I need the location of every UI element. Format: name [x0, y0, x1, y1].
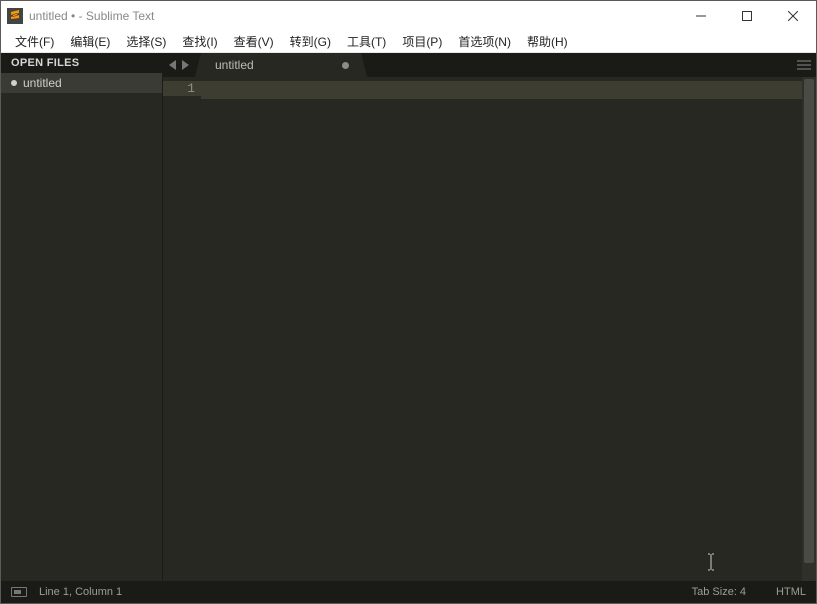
tab-next-icon[interactable]: [181, 60, 189, 70]
maximize-button[interactable]: [724, 1, 770, 31]
line-number: 1: [163, 81, 201, 96]
menu-find[interactable]: 查找(I): [174, 31, 225, 52]
window-title: untitled • - Sublime Text: [29, 9, 154, 23]
menu-tools[interactable]: 工具(T): [339, 31, 394, 52]
open-file-item[interactable]: untitled: [1, 73, 162, 93]
text-cursor-icon: [706, 553, 716, 574]
workarea: OPEN FILES untitled untitled: [1, 53, 816, 581]
statusbar: Line 1, Column 1 Tab Size: 4 HTML: [1, 581, 816, 603]
menu-select[interactable]: 选择(S): [118, 31, 174, 52]
tab-dirty-icon[interactable]: [342, 62, 349, 69]
tab-prev-icon[interactable]: [169, 60, 177, 70]
open-file-label: untitled: [23, 76, 62, 90]
status-syntax[interactable]: HTML: [776, 586, 806, 598]
editor-area: untitled 1: [163, 53, 816, 581]
app-icon: [7, 8, 23, 24]
sidebar-open-files-header: OPEN FILES: [1, 53, 162, 73]
dirty-indicator-icon: [11, 80, 17, 86]
status-position[interactable]: Line 1, Column 1: [39, 586, 122, 598]
menu-file[interactable]: 文件(F): [7, 31, 62, 52]
window-controls: [678, 1, 816, 31]
menu-help[interactable]: 帮助(H): [519, 31, 576, 52]
vertical-scrollbar[interactable]: [802, 77, 816, 581]
menu-project[interactable]: 项目(P): [394, 31, 450, 52]
current-line-highlight: [201, 81, 802, 99]
menu-goto[interactable]: 转到(G): [282, 31, 339, 52]
scrollbar-thumb[interactable]: [804, 79, 814, 563]
sidebar: OPEN FILES untitled: [1, 53, 163, 581]
code-area[interactable]: [201, 77, 802, 581]
menu-prefs[interactable]: 首选项(N): [450, 31, 519, 52]
menu-edit[interactable]: 编辑(E): [62, 31, 118, 52]
close-button[interactable]: [770, 1, 816, 31]
editor: 1: [163, 77, 816, 581]
gutter: 1: [163, 77, 201, 581]
titlebar: untitled • - Sublime Text: [1, 1, 816, 31]
panel-switcher-icon[interactable]: [11, 587, 27, 597]
menubar: 文件(F) 编辑(E) 选择(S) 查找(I) 查看(V) 转到(G) 工具(T…: [1, 31, 816, 53]
tab-label: untitled: [215, 58, 254, 72]
tabbar: untitled: [163, 53, 816, 77]
status-tab-size[interactable]: Tab Size: 4: [692, 586, 746, 598]
tab-untitled[interactable]: untitled: [201, 53, 361, 77]
menu-view[interactable]: 查看(V): [226, 31, 282, 52]
minimize-button[interactable]: [678, 1, 724, 31]
tab-overflow-button[interactable]: [792, 53, 816, 77]
